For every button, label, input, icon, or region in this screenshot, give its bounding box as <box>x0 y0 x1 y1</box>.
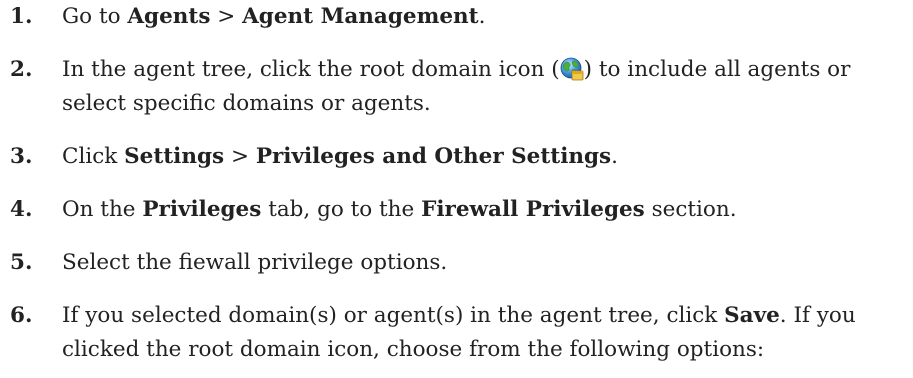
ui-term-privileges: Privileges <box>142 197 262 222</box>
ui-term-agents: Agents <box>127 4 211 29</box>
ui-term-firewall-privileges: Firewall Privileges <box>421 197 645 222</box>
step-text-segment: . If you <box>779 303 856 328</box>
step-text-segment: tab, go to the <box>261 197 422 222</box>
ui-term-privileges-and-other-settings: Privileges and Other Settings <box>255 144 612 169</box>
ui-term-agent-management: Agent Management <box>242 4 479 29</box>
step-text-segment: Click <box>62 144 125 169</box>
step-text-segment: On the <box>62 197 143 222</box>
step-text-line: clicked the root domain icon, choose fro… <box>62 337 765 362</box>
step-number: 3. <box>10 144 33 169</box>
step-text-segment: . <box>478 4 486 29</box>
ui-term-settings: Settings <box>124 144 225 169</box>
step-text-line: If you selected domain(s) or agent(s) in… <box>62 299 907 333</box>
step-number: 5. <box>10 250 33 275</box>
step-text-line: select specific domains or agents. <box>62 91 431 116</box>
step-text-segment: ) to include all agents or <box>583 57 851 82</box>
step-text-segment: section. <box>644 197 737 222</box>
step-text-segment: > <box>224 144 256 169</box>
ui-term-save: Save <box>724 303 780 328</box>
step-text-segment: . <box>611 144 618 169</box>
step-text-line: In the agent tree, click the root domain… <box>62 53 907 87</box>
step-text-segment: Go to <box>62 4 128 29</box>
step-number: 1. <box>10 4 33 29</box>
step-text-segment: In the agent tree, click the root domain… <box>62 57 560 82</box>
step-number: 2. <box>10 57 33 82</box>
step-text-segment: > <box>210 4 243 29</box>
step-text: If you selected domain(s) or agent(s) in… <box>62 299 907 367</box>
step-number: 4. <box>10 197 33 222</box>
step-text: Go to Agents > Agent Management. <box>62 0 907 34</box>
step-text-segment: If you selected domain(s) or agent(s) in… <box>62 303 725 328</box>
root-domain-globe-icon <box>560 57 584 81</box>
step-text: On the Privileges tab, go to the Firewal… <box>62 193 907 227</box>
step-number: 6. <box>10 303 33 328</box>
step-text: Select the fiewall privilege options. <box>62 250 448 275</box>
step-text: Click Settings > Privileges and Other Se… <box>62 140 907 174</box>
step-text: In the agent tree, click the root domain… <box>62 53 907 121</box>
